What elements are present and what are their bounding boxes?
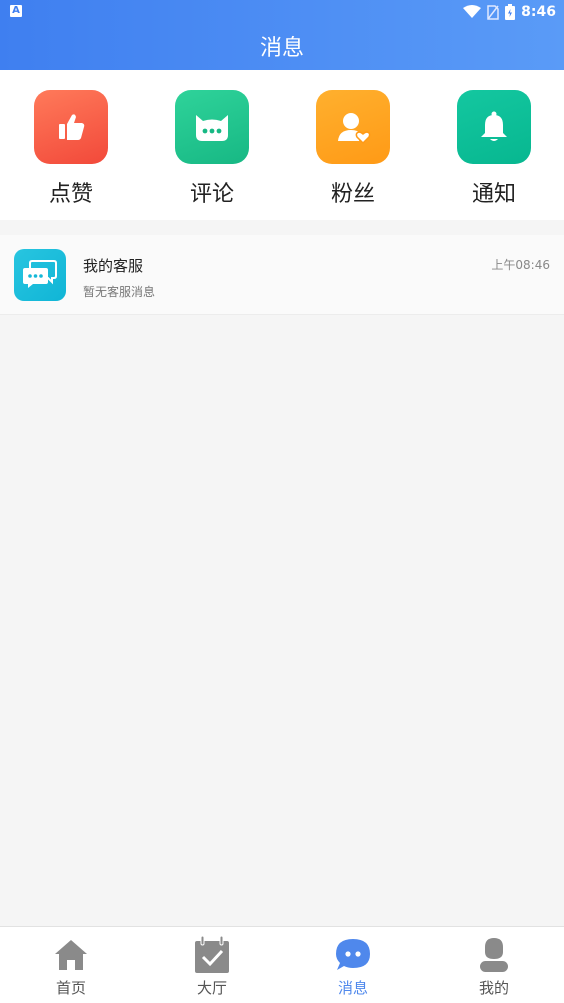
tab-label: 大厅 bbox=[196, 979, 227, 997]
header-bar: A 8:46 消息 bbox=[0, 0, 564, 70]
quick-action-label: 评论 bbox=[189, 182, 234, 207]
home-icon bbox=[51, 935, 91, 975]
tab-messages[interactable]: 消息 bbox=[303, 935, 403, 998]
quick-action-label: 粉丝 bbox=[330, 182, 375, 207]
notification-a-icon: A bbox=[10, 5, 22, 17]
quick-action-fans[interactable]: 粉丝 bbox=[303, 90, 403, 208]
cat-comment-icon bbox=[175, 90, 249, 164]
quick-actions: 点赞 评论 粉丝 通知 bbox=[0, 70, 564, 220]
page-title: 消息 bbox=[259, 36, 304, 61]
profile-icon bbox=[474, 935, 514, 975]
quick-action-comments[interactable]: 评论 bbox=[162, 90, 262, 208]
list-item[interactable]: 我的客服 上午08:46 暂无客服消息 bbox=[0, 235, 564, 315]
status-time: 8:46 bbox=[521, 4, 556, 20]
user-heart-icon bbox=[316, 90, 390, 164]
quick-action-label: 点赞 bbox=[48, 182, 93, 207]
quick-action-label: 通知 bbox=[471, 182, 516, 207]
chat-bubble-icon bbox=[333, 935, 373, 975]
tab-home[interactable]: 首页 bbox=[21, 935, 121, 998]
message-time: 上午08:46 bbox=[491, 258, 550, 272]
calendar-check-icon bbox=[192, 935, 232, 975]
battery-icon bbox=[505, 4, 516, 20]
bottom-tab-bar: 首页 大厅 消息 我的 bbox=[0, 926, 564, 1003]
tab-label: 消息 bbox=[337, 979, 368, 997]
tab-label: 首页 bbox=[55, 979, 86, 997]
quick-action-notifications[interactable]: 通知 bbox=[444, 90, 544, 208]
quick-action-likes[interactable]: 点赞 bbox=[21, 90, 121, 208]
message-preview: 暂无客服消息 bbox=[83, 285, 156, 299]
no-sim-icon bbox=[487, 4, 499, 20]
status-right: 8:46 bbox=[463, 3, 556, 21]
status-bar: A 8:46 bbox=[0, 0, 564, 24]
bell-icon bbox=[457, 90, 531, 164]
message-sender: 我的客服 bbox=[83, 257, 144, 275]
wifi-icon bbox=[463, 5, 482, 18]
tab-profile[interactable]: 我的 bbox=[444, 935, 544, 998]
customer-service-icon bbox=[14, 249, 66, 301]
tab-label: 我的 bbox=[478, 979, 509, 997]
thumbs-up-icon bbox=[34, 90, 108, 164]
tab-hall[interactable]: 大厅 bbox=[162, 935, 262, 998]
